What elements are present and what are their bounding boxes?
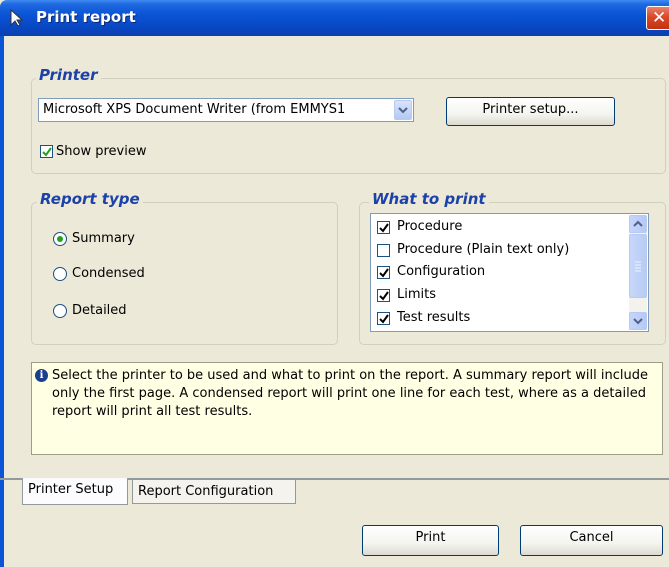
info-box: i Select the printer to be used and what… [31, 362, 663, 455]
list-item[interactable]: Configuration [375, 262, 625, 284]
tab-printer-setup-label: Printer Setup [28, 482, 114, 497]
printer-group [31, 78, 666, 174]
tab-report-configuration[interactable]: Report Configuration [132, 480, 296, 504]
configuration-checkbox[interactable] [377, 266, 390, 279]
detailed-radio[interactable] [53, 304, 67, 318]
detailed-radio-label[interactable]: Detailed [72, 303, 127, 318]
checkmark-icon [379, 223, 389, 233]
configuration-label: Configuration [397, 264, 486, 279]
list-item[interactable]: Procedure (Plain text only) [375, 240, 625, 262]
scroll-thumb[interactable] [629, 234, 647, 298]
scroll-up-button[interactable] [629, 215, 647, 233]
procedure-checkbox[interactable] [377, 221, 390, 234]
limits-label: Limits [397, 287, 436, 302]
checkmark-icon [379, 291, 389, 301]
list-scrollbar[interactable] [629, 215, 647, 330]
print-button[interactable]: Print [362, 525, 499, 556]
list-item[interactable]: Limits [375, 285, 625, 307]
list-item[interactable]: Procedure [375, 217, 625, 239]
chevron-down-icon [633, 318, 643, 325]
test-results-label: Test results [397, 310, 471, 325]
window-frame [0, 36, 4, 567]
printer-setup-button[interactable]: Printer setup... [446, 97, 615, 126]
show-preview-checkbox[interactable] [40, 145, 53, 158]
grip-icon [635, 261, 641, 272]
list-item[interactable]: Test results [375, 308, 625, 330]
close-icon: ✕ [652, 8, 667, 28]
show-preview-label[interactable]: Show preview [56, 144, 146, 159]
tab-report-configuration-label: Report Configuration [138, 484, 274, 499]
chevron-down-icon [398, 107, 408, 114]
summary-radio[interactable] [53, 232, 67, 246]
limits-checkbox[interactable] [377, 289, 390, 302]
procedure-plain-text-label: Procedure (Plain text only) [397, 242, 570, 257]
procedure-plain-text-checkbox[interactable] [377, 244, 390, 257]
printer-legend: Printer [36, 66, 101, 84]
chevron-up-icon [633, 220, 643, 227]
printer-select-dropdown-button[interactable] [394, 100, 412, 120]
title-bar[interactable]: Print report ✕ [0, 0, 669, 36]
info-icon: i [35, 369, 48, 382]
report-type-legend: Report type [37, 190, 143, 208]
summary-radio-label[interactable]: Summary [72, 231, 135, 246]
checkmark-icon [379, 314, 389, 324]
procedure-label: Procedure [397, 219, 463, 234]
test-results-checkbox[interactable] [377, 312, 390, 325]
checkmark-icon [379, 268, 389, 278]
what-to-print-list[interactable]: Procedure Procedure (Plain text only) Co… [370, 213, 649, 332]
cursor-arrow-icon [10, 9, 24, 27]
condensed-radio[interactable] [53, 267, 67, 281]
scroll-down-button[interactable] [629, 312, 647, 330]
checkmark-icon [42, 147, 52, 157]
printer-select[interactable]: Microsoft XPS Document Writer (from EMMY… [38, 98, 414, 122]
condensed-radio-label[interactable]: Condensed [72, 266, 145, 281]
radio-selected-dot [57, 236, 63, 242]
print-report-dialog: Print report ✕ Printer Microsoft XPS Doc… [0, 0, 669, 567]
info-text: Select the printer to be used and what t… [52, 368, 649, 419]
print-button-label: Print [415, 530, 446, 545]
cancel-button-label: Cancel [569, 530, 614, 545]
printer-select-value: Microsoft XPS Document Writer (from EMMY… [43, 102, 346, 117]
what-to-print-legend: What to print [369, 190, 489, 208]
window-title: Print report [36, 8, 136, 26]
tab-printer-setup[interactable]: Printer Setup [22, 478, 128, 505]
cancel-button[interactable]: Cancel [520, 525, 663, 556]
close-button[interactable]: ✕ [646, 6, 669, 30]
printer-setup-button-label: Printer setup... [482, 102, 579, 117]
